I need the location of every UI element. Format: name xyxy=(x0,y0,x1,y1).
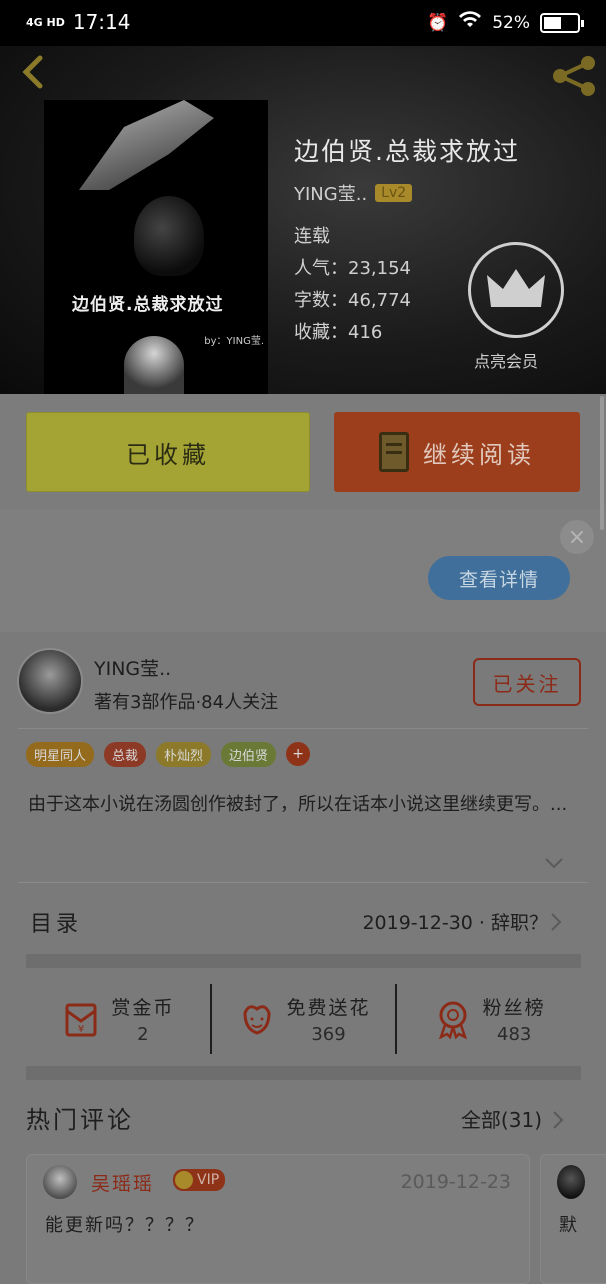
comment-text: 默 xyxy=(559,1215,577,1236)
battery-icon xyxy=(540,12,584,33)
book-popularity: 人气：23,154 xyxy=(294,258,411,279)
vip-label: VIP xyxy=(197,1172,220,1188)
more-tags-button[interactable]: + xyxy=(286,742,311,766)
comment-card[interactable]: 吴瑶瑶 VIP 2019-12-23 能更新吗？？？？ xyxy=(26,1154,530,1284)
chevron-right-icon[interactable] xyxy=(550,912,562,932)
tag[interactable]: 总裁 xyxy=(104,742,147,767)
avatar[interactable] xyxy=(557,1165,585,1199)
vip-membership-button[interactable] xyxy=(468,242,564,338)
book-icon xyxy=(379,432,409,472)
section-separator xyxy=(26,954,581,968)
level-badge: Lv2 xyxy=(375,184,413,202)
view-details-button[interactable]: 查看详情 xyxy=(428,556,570,600)
medal-icon xyxy=(438,1001,467,1039)
reward-coins[interactable]: ¥ 赏金币 2 xyxy=(26,984,210,1054)
book-author[interactable]: YING莹.. xyxy=(294,180,367,206)
free-flowers[interactable]: 免费送花 369 xyxy=(209,984,396,1054)
all-comments-link[interactable]: 全部(31) xyxy=(461,1104,542,1133)
scrollbar[interactable] xyxy=(600,396,604,530)
book-collect-count: 收藏：416 xyxy=(294,322,383,343)
network-indicator: 4G HD xyxy=(26,15,65,29)
book-title: 边伯贤.总裁求放过 xyxy=(294,137,520,166)
stat-label: 免费送花 xyxy=(286,997,371,1019)
comment-username[interactable]: 吴瑶瑶 xyxy=(91,1169,154,1196)
book-detail-content: YING莹.. 著有3部作品·84人关注 已关注 明星同人 总裁 朴灿烈 边伯贤… xyxy=(0,632,606,1284)
share-button[interactable] xyxy=(550,54,598,98)
tag[interactable]: 明星同人 xyxy=(26,742,95,767)
stats-row: ¥ 赏金币 2 免费送花 369 粉丝榜 483 xyxy=(26,984,581,1054)
toc-label[interactable]: 目录 xyxy=(30,906,82,938)
book-author-row: YING莹.. Lv2 xyxy=(294,180,413,206)
crown-icon xyxy=(487,269,545,307)
wifi-icon xyxy=(458,11,482,34)
flower-icon xyxy=(242,1005,271,1035)
stat-value: 2 xyxy=(137,1024,149,1045)
cover-author: by：YING莹. xyxy=(204,336,264,347)
book-status: 连载 xyxy=(294,226,330,247)
status-bar: 4G HD 17:14 ⏰ 52% xyxy=(0,0,606,46)
avatar[interactable] xyxy=(43,1165,77,1199)
divider xyxy=(18,882,588,883)
continue-reading-label: 继续阅读 xyxy=(423,440,535,469)
tag-list: 明星同人 总裁 朴灿烈 边伯贤 + xyxy=(26,742,311,767)
stat-value: 369 xyxy=(311,1024,346,1045)
collected-button[interactable]: 已收藏 xyxy=(26,412,310,492)
vip-badge: VIP xyxy=(173,1169,226,1191)
crown-icon xyxy=(175,1171,193,1189)
hot-comments-title: 热门评论 xyxy=(26,1106,134,1134)
author-avatar[interactable] xyxy=(17,648,83,714)
author-stats: 著有3部作品·84人关注 xyxy=(94,692,279,713)
back-button[interactable] xyxy=(14,52,54,92)
share-icon xyxy=(553,56,595,96)
chevron-left-icon xyxy=(22,55,43,89)
close-icon[interactable]: × xyxy=(560,520,594,554)
book-header: 边伯贤.总裁求放过 by：YING莹. 边伯贤.总裁求放过 YING莹.. Lv… xyxy=(0,46,606,394)
book-cover[interactable]: 边伯贤.总裁求放过 by：YING莹. xyxy=(44,100,268,394)
continue-reading-button[interactable]: 继续阅读 xyxy=(334,412,580,492)
status-time: 17:14 xyxy=(72,10,131,34)
tag[interactable]: 朴灿烈 xyxy=(156,742,212,767)
stat-label: 粉丝榜 xyxy=(482,997,546,1019)
alarm-icon: ⏰ xyxy=(427,12,449,33)
latest-chapter[interactable]: 2019-12-30 · 辞职？ xyxy=(362,908,548,935)
stat-value: 483 xyxy=(497,1024,532,1045)
svg-text:¥: ¥ xyxy=(78,1024,84,1035)
author-name[interactable]: YING莹.. xyxy=(94,654,171,681)
stat-label: 赏金币 xyxy=(111,997,175,1019)
tag[interactable]: 边伯贤 xyxy=(221,742,277,767)
follow-button[interactable]: 已关注 xyxy=(473,658,581,706)
red-envelope-icon: ¥ xyxy=(65,1003,97,1037)
book-intro: 由于这本小说在汤圆创作被封了，所以在话本小说这里继续更写。... xyxy=(28,794,568,815)
cover-title: 边伯贤.总裁求放过 xyxy=(72,295,224,315)
comment-card[interactable]: 默 xyxy=(540,1154,606,1284)
vip-membership-label: 点亮会员 xyxy=(474,352,539,371)
book-word-count: 字数：46,774 xyxy=(294,290,411,311)
action-bar: 已收藏 继续阅读 xyxy=(0,394,606,510)
ad-banner: × 查看详情 xyxy=(0,510,606,632)
chevron-right-icon[interactable] xyxy=(552,1110,564,1130)
comment-text: 能更新吗？？？？ xyxy=(45,1215,205,1236)
chevron-down-icon[interactable] xyxy=(544,856,564,870)
comment-date: 2019-12-23 xyxy=(400,1171,511,1193)
divider xyxy=(18,728,588,729)
section-separator xyxy=(26,1066,581,1080)
fan-ranking[interactable]: 粉丝榜 483 xyxy=(395,984,581,1054)
battery-percent: 52% xyxy=(492,12,530,33)
